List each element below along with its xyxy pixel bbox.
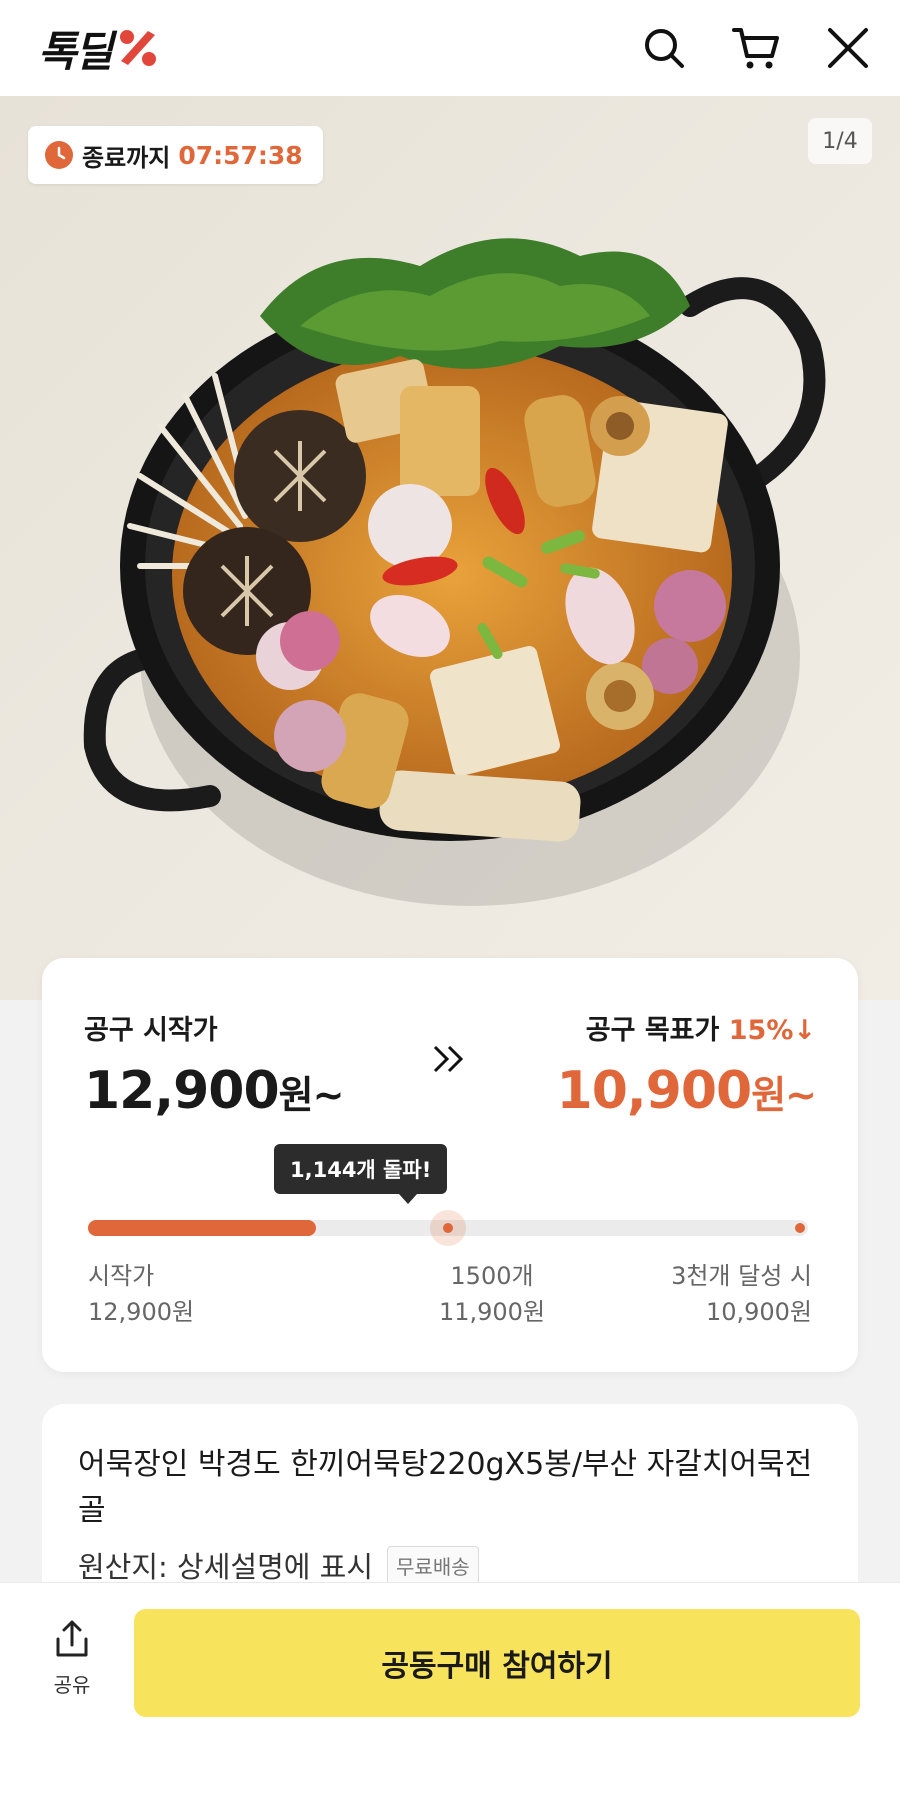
share-icon	[56, 1620, 88, 1657]
double-chevron-right-icon	[432, 1044, 466, 1078]
milestone-start-price: 12,900원	[88, 1298, 195, 1326]
search-icon[interactable]	[640, 24, 688, 72]
milestone-start: 시작가 12,900원	[88, 1258, 194, 1330]
milestone-marker-1500	[430, 1210, 466, 1246]
clock-icon	[45, 141, 73, 169]
fishcake-hotpot-image	[83, 238, 826, 906]
target-discount: 15%↓	[728, 1015, 816, 1046]
start-price-block: 공구 시작가 12,900원~	[84, 1008, 345, 1121]
target-price-block: 공구 목표가 15%↓ 10,900원~	[556, 1008, 817, 1121]
milestone-3000: 3천개 달성 시 10,900원	[671, 1258, 812, 1330]
logo-text: 톡딜	[38, 26, 113, 76]
milestone-1500: 1500개 11,900원	[402, 1258, 582, 1330]
image-page-counter: 1/4	[808, 118, 872, 164]
bottom-action-bar: 공유 공동구매 참여하기	[0, 1582, 900, 1817]
header-actions	[640, 24, 872, 72]
start-price-suffix: 원~	[278, 1073, 345, 1117]
tooltip-tail	[399, 1194, 417, 1204]
cart-icon[interactable]	[732, 24, 780, 72]
progress-track	[88, 1210, 808, 1246]
milestone-marker-3000	[795, 1223, 805, 1233]
milestone-1500-label: 1500개	[450, 1262, 534, 1290]
target-price-value-row: 10,900원~	[556, 1061, 817, 1121]
deal-timer-badge: 종료까지 07:57:38	[28, 126, 323, 184]
percent-logo-icon	[120, 30, 157, 66]
product-title: 어묵장인 박경도 한끼어묵탕220gX5봉/부산 자갈치어묵전골	[78, 1447, 813, 1528]
close-icon[interactable]	[824, 24, 872, 72]
group-buy-price-card: 공구 시작가 12,900원~ 공구 목표가 15%↓ 10,900원~ 1,1…	[42, 958, 858, 1372]
top-header: 톡딜	[0, 0, 900, 96]
timer-label: 종료까지	[82, 143, 171, 172]
progress-fill	[88, 1220, 316, 1236]
logo[interactable]: 톡딜	[38, 18, 161, 79]
target-price-suffix: 원~	[751, 1073, 817, 1117]
target-price-label-row: 공구 목표가 15%↓	[557, 1008, 816, 1047]
target-price-value: 10,900	[556, 1061, 753, 1121]
share-button[interactable]: 공유	[42, 1619, 102, 1698]
product-page: 톡딜 종료까지 07:57:38 1/4 공구 시작가 12,900원~ 공구 …	[0, 0, 900, 1817]
milestone-3000-label: 3천개 달성 시	[671, 1262, 812, 1290]
target-price-label: 공구 목표가	[585, 1015, 720, 1046]
milestone-start-label: 시작가	[88, 1262, 155, 1290]
timer-countdown: 07:57:38	[178, 140, 303, 170]
free-shipping-badge: 무료배송	[387, 1545, 479, 1585]
join-group-buy-button[interactable]: 공동구매 참여하기	[134, 1609, 860, 1717]
start-price-value: 12,900	[84, 1061, 280, 1121]
product-meta-row: 원산지: 상세설명에 표시 무료배송	[78, 1544, 822, 1586]
milestone-3000-price: 10,900원	[705, 1298, 812, 1326]
product-image-carousel[interactable]: 종료까지 07:57:38 1/4	[0, 96, 900, 1000]
progress-tooltip: 1,144개 돌파!	[274, 1144, 448, 1194]
product-origin: 원산지: 상세설명에 표시	[78, 1550, 374, 1584]
share-label: 공유	[53, 1673, 91, 1697]
start-price-label: 공구 시작가	[84, 1015, 218, 1046]
start-price-value-row: 12,900원~	[84, 1061, 345, 1121]
milestone-1500-price: 11,900원	[438, 1298, 546, 1326]
